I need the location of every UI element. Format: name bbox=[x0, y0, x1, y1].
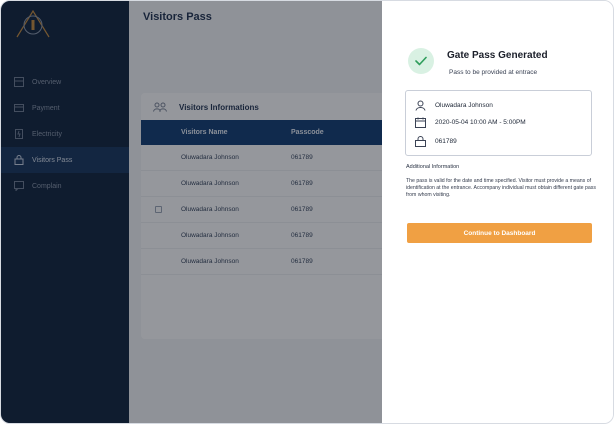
pass-code: 061789 bbox=[435, 138, 457, 145]
calendar-icon bbox=[415, 117, 426, 128]
additional-info-text: The pass is valid for the date and time … bbox=[406, 178, 596, 198]
passcode-row: 061789 bbox=[415, 136, 457, 147]
app-window: Overview Payment Electricity Visitors Pa… bbox=[0, 0, 614, 424]
panel-title: Gate Pass Generated bbox=[447, 50, 548, 61]
visitor-name-row: Oluwadara Johnson bbox=[415, 100, 493, 111]
success-check-icon bbox=[408, 48, 434, 74]
modal-backdrop[interactable] bbox=[1, 1, 382, 423]
panel-subtitle: Pass to be provided at entrace bbox=[449, 69, 538, 76]
pass-datetime: 2020-05-04 10:00 AM - 5:00PM bbox=[435, 119, 526, 126]
datetime-row: 2020-05-04 10:00 AM - 5:00PM bbox=[415, 117, 526, 128]
pass-details: Oluwadara Johnson 2020-05-04 10:00 AM - … bbox=[405, 90, 592, 156]
gate-pass-panel: Gate Pass Generated Pass to be provided … bbox=[382, 1, 613, 423]
additional-info-label: Additional Information bbox=[406, 164, 460, 170]
lock-icon bbox=[415, 136, 426, 147]
user-icon bbox=[415, 100, 426, 111]
visitor-name: Oluwadara Johnson bbox=[435, 102, 493, 109]
continue-to-dashboard-button[interactable]: Continue to Dashboard bbox=[407, 223, 592, 243]
